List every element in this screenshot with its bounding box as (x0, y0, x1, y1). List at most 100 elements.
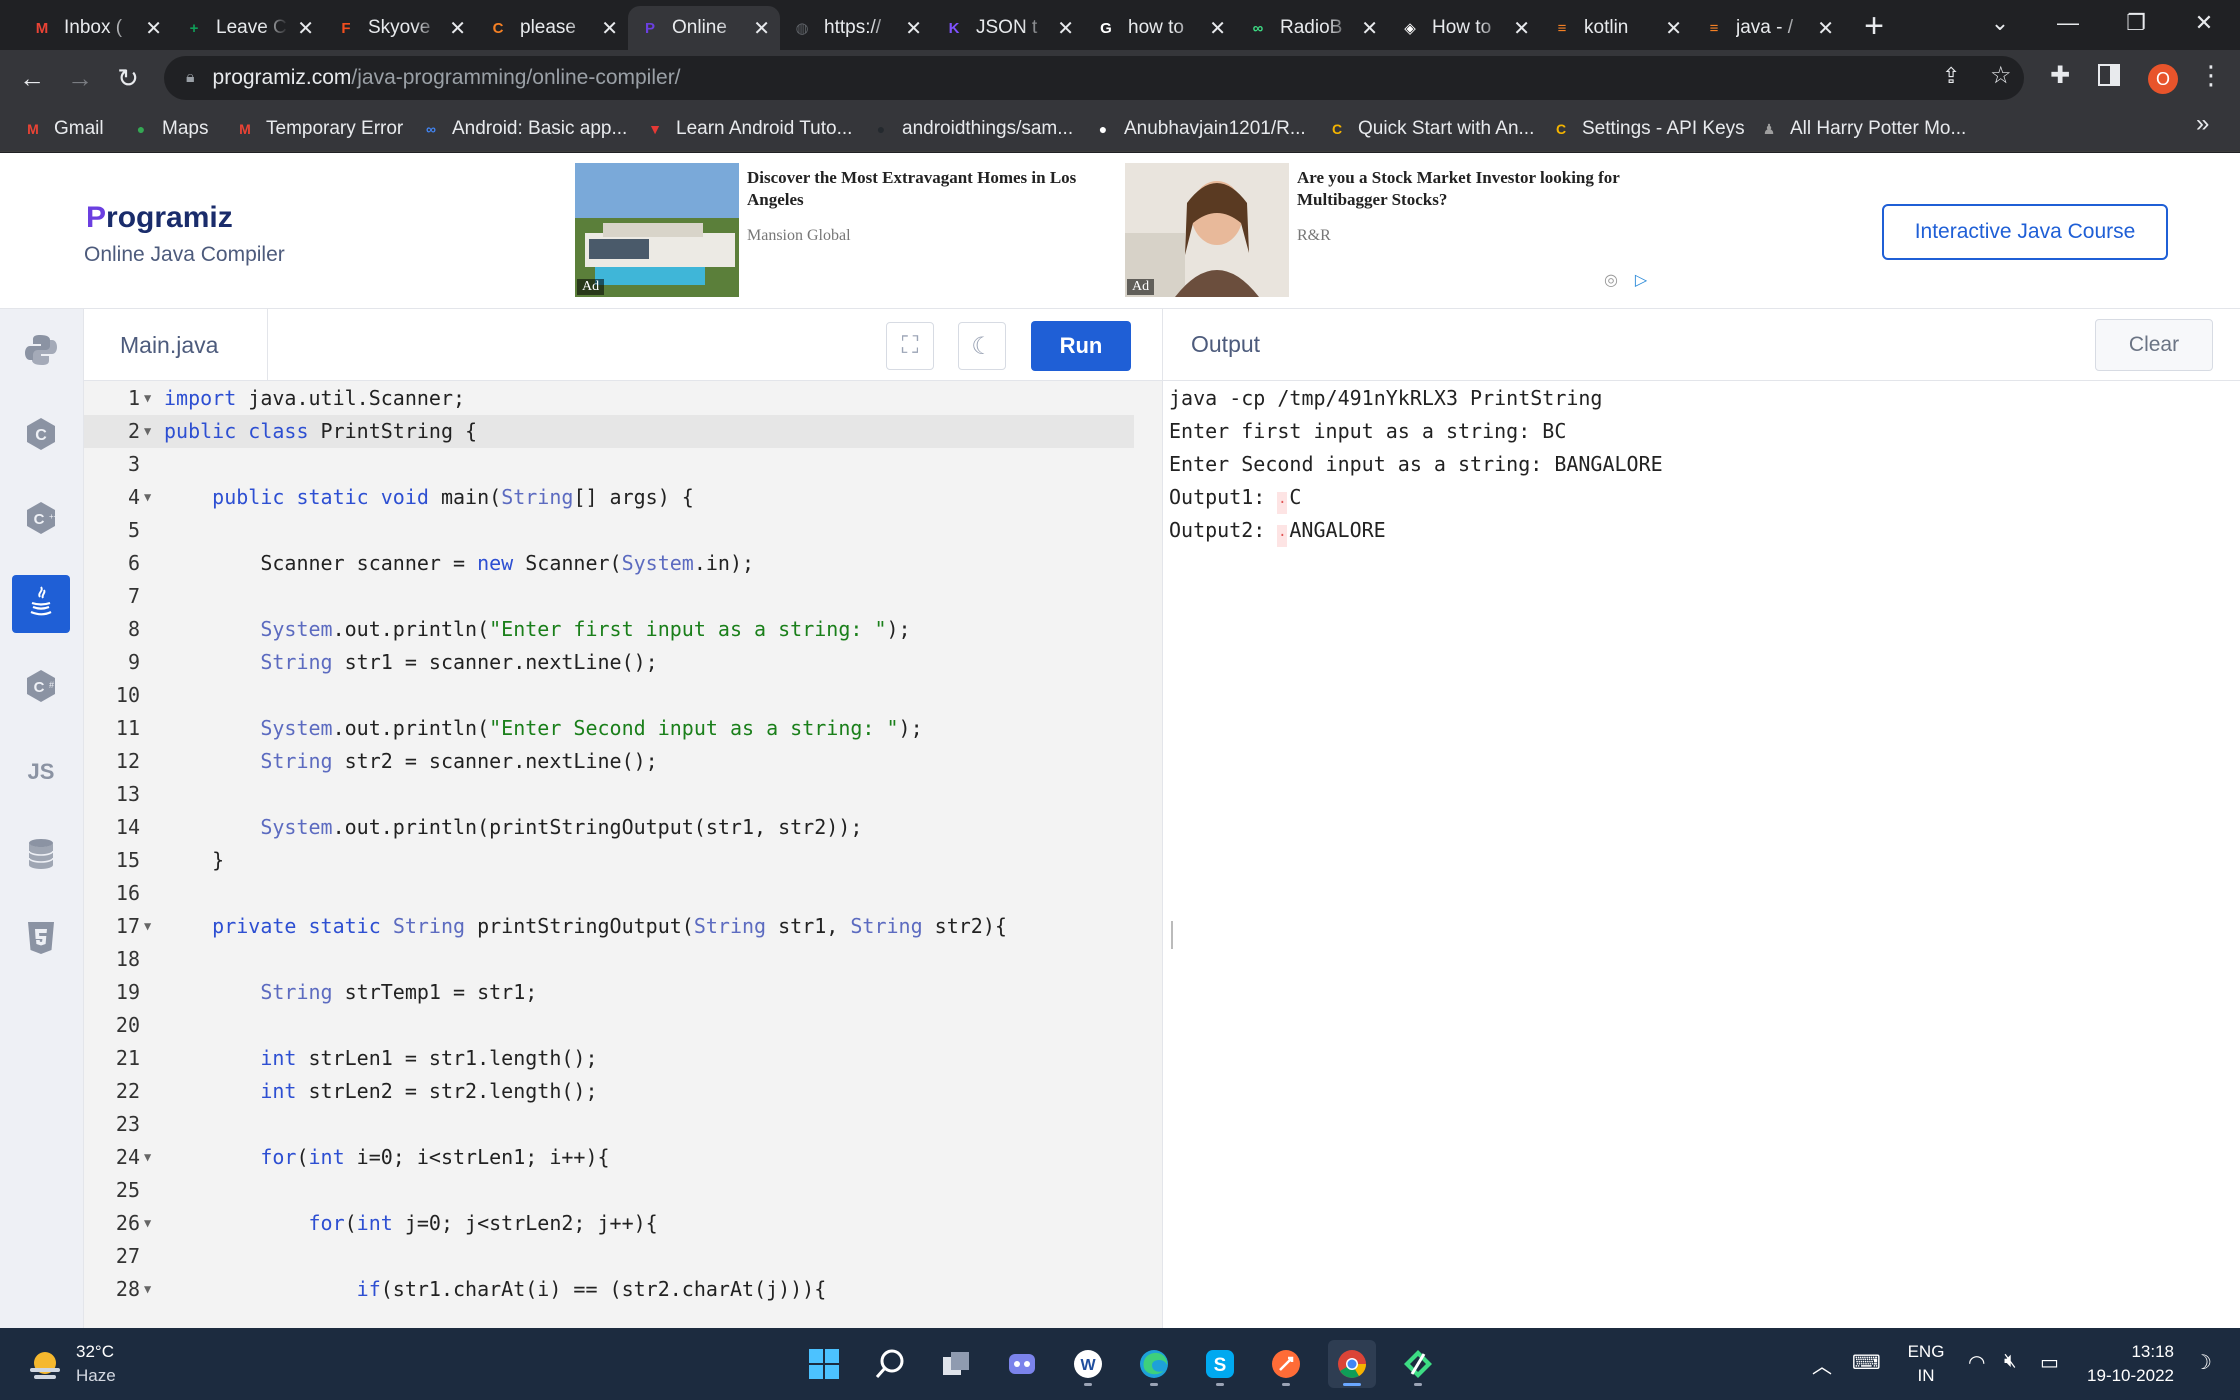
code-line[interactable]: 13 (84, 778, 1134, 811)
code-line[interactable]: 7 (84, 580, 1134, 613)
tab-close-icon[interactable]: ✕ (297, 16, 314, 41)
browser-tab[interactable]: ≡ java - / ✕ (1692, 6, 1844, 50)
interactive-java-course-button[interactable]: Interactive Java Course (1882, 204, 2168, 260)
code-line[interactable]: 26 ▼ for(int j=0; j<strLen2; j++){ (84, 1207, 1134, 1240)
wifi-icon[interactable]: ◠ (1968, 1350, 1985, 1375)
code-line[interactable]: 10 (84, 679, 1134, 712)
clock-time[interactable]: 13:18 (2088, 1342, 2174, 1362)
profile-avatar[interactable]: O (2148, 64, 2178, 94)
bookmark-item[interactable]: ● Maps (130, 116, 209, 142)
fold-arrow-icon[interactable]: ▼ (144, 481, 151, 514)
battery-icon[interactable]: ▭ (2040, 1350, 2059, 1375)
bookmark-item[interactable]: C Quick Start with An... (1326, 116, 1534, 142)
language-html-button[interactable] (12, 911, 70, 969)
tab-close-icon[interactable]: ✕ (1361, 16, 1378, 41)
tab-close-icon[interactable]: ✕ (1057, 16, 1074, 41)
browser-tab[interactable]: Cplease ✕ (476, 6, 628, 50)
tab-close-icon[interactable]: ✕ (601, 16, 618, 41)
browser-tab[interactable]: K JSON t ✕ (932, 6, 1084, 50)
fold-arrow-icon[interactable]: ▼ (144, 1207, 151, 1240)
programiz-logo[interactable]: Programiz (86, 201, 233, 235)
reload-button[interactable]: ↻ (110, 60, 146, 96)
browser-menu-icon[interactable]: ⋮ (2198, 60, 2224, 91)
code-line[interactable]: 21 int strLen1 = str1.length(); (84, 1042, 1134, 1075)
fullscreen-icon[interactable]: ⛶ (886, 322, 934, 370)
bookmark-item[interactable]: ♟ All Harry Potter Mo... (1758, 116, 1967, 142)
taskbar-edge-button[interactable] (1130, 1340, 1178, 1388)
code-line[interactable]: 15 } (84, 844, 1134, 877)
fold-arrow-icon[interactable]: ▼ (144, 415, 151, 448)
taskbar-start-button[interactable] (800, 1340, 848, 1388)
taskbar-task-view-button[interactable] (932, 1340, 980, 1388)
clock-date[interactable]: 19-10-2022 (2070, 1366, 2174, 1386)
tab-close-icon[interactable]: ✕ (1513, 16, 1530, 41)
code-line[interactable]: 19 String strTemp1 = str1; (84, 976, 1134, 1009)
bookmark-item[interactable]: M Temporary Error (234, 116, 403, 142)
notifications-moon-icon[interactable]: ☽ (2194, 1350, 2212, 1375)
clear-button[interactable]: Clear (2095, 319, 2213, 371)
taskbar-chrome-button[interactable] (1328, 1340, 1376, 1388)
file-tab-main-java[interactable]: Main.java (84, 309, 268, 381)
adchoices-icon[interactable]: ▷ (1630, 269, 1652, 291)
ad-feedback-icon[interactable]: ◎ (1600, 269, 1622, 291)
minimize-button[interactable]: — (2034, 0, 2102, 46)
language-csharp-button[interactable]: C # (12, 659, 70, 717)
browser-tab[interactable]: ◈ How to ✕ (1388, 6, 1540, 50)
code-line[interactable]: 5 (84, 514, 1134, 547)
browser-tab[interactable]: ◍ https:// ✕ (780, 6, 932, 50)
new-tab-button[interactable]: + (1856, 7, 1892, 45)
code-line[interactable]: 28 ▼ if(str1.charAt(i) == (str2.charAt(j)… (84, 1273, 1134, 1306)
language-cpp-button[interactable]: C ++ (12, 491, 70, 549)
ad-title[interactable]: Discover the Most Extravagant Homes in L… (747, 167, 1107, 211)
bookmark-item[interactable]: ▼ Learn Android Tuto... (644, 116, 852, 142)
ad-title[interactable]: Are you a Stock Market Investor looking … (1297, 167, 1657, 211)
bookmark-item[interactable]: ● Anubhavjain1201/R... (1092, 116, 1306, 142)
code-editor[interactable]: 1 ▼ import java.util.Scanner; 2 ▼ public clas… (84, 381, 1162, 1328)
code-line[interactable]: 11 System.out.println("Enter Second inpu… (84, 712, 1134, 745)
taskbar-teams-button[interactable] (998, 1340, 1046, 1388)
code-line[interactable]: 1 ▼ import java.util.Scanner; (84, 382, 1134, 415)
browser-tab[interactable]: M Inbox (✕ (20, 6, 172, 50)
touch-keyboard-icon[interactable]: ⌨ (1852, 1350, 1881, 1375)
tab-close-icon[interactable]: ✕ (753, 16, 770, 41)
code-line[interactable]: 16 (84, 877, 1134, 910)
language-java-button[interactable] (12, 575, 70, 633)
tab-close-icon[interactable]: ✕ (1665, 16, 1682, 41)
side-panel-icon[interactable] (2098, 64, 2120, 86)
bookmark-item[interactable]: M Gmail (22, 116, 103, 142)
ad-banner-stocks[interactable]: Ad Are you a Stock Market Investor looki… (1125, 163, 1655, 297)
fold-arrow-icon[interactable]: ▼ (144, 382, 151, 415)
code-line[interactable]: 23 (84, 1108, 1134, 1141)
weather-haze-icon[interactable] (26, 1346, 64, 1384)
tab-close-icon[interactable]: ✕ (145, 16, 162, 41)
bookmark-star-icon[interactable]: ☆ (1990, 61, 2012, 90)
fold-arrow-icon[interactable]: ▼ (144, 910, 151, 943)
tab-close-icon[interactable]: ✕ (449, 16, 466, 41)
code-line[interactable]: 3 (84, 448, 1134, 481)
code-line[interactable]: 18 (84, 943, 1134, 976)
code-line[interactable]: 14 System.out.println(printStringOutput(… (84, 811, 1134, 844)
taskbar-android-studio-button[interactable] (1394, 1340, 1442, 1388)
tab-close-icon[interactable]: ✕ (1817, 16, 1834, 41)
browser-tab[interactable]: F Skyove ✕ (324, 6, 476, 50)
input-region[interactable]: IN (1906, 1366, 1946, 1386)
taskbar-skype-button[interactable]: S (1196, 1340, 1244, 1388)
code-line[interactable]: 8 System.out.println("Enter first input … (84, 613, 1134, 646)
code-line[interactable]: 2 ▼ public class PrintString { (84, 415, 1134, 448)
close-window-button[interactable]: ✕ (2170, 0, 2238, 46)
browser-tab[interactable]: Ghow to ✕ (1084, 6, 1236, 50)
forward-button[interactable]: → (62, 60, 98, 96)
code-line[interactable]: 4 ▼ public static void main(String[] args… (84, 481, 1134, 514)
input-language[interactable]: ENG (1906, 1342, 1946, 1362)
code-line[interactable]: 17 ▼ private static String printStringOut… (84, 910, 1134, 943)
bookmark-item[interactable]: C Settings - API Keys (1550, 116, 1745, 142)
ad-banner-homes[interactable]: Ad Discover the Most Extravagant Homes i… (575, 163, 1105, 297)
taskbar-search-button[interactable] (866, 1340, 914, 1388)
bookmark-item[interactable]: ∞ Android: Basic app... (420, 116, 627, 142)
language-javascript-button[interactable]: JS (12, 743, 70, 801)
code-line[interactable]: 27 (84, 1240, 1134, 1273)
code-line[interactable]: 25 (84, 1174, 1134, 1207)
fold-arrow-icon[interactable]: ▼ (144, 1273, 151, 1306)
code-line[interactable]: 9 String str1 = scanner.nextLine(); (84, 646, 1134, 679)
language-c-button[interactable]: C (12, 407, 70, 465)
